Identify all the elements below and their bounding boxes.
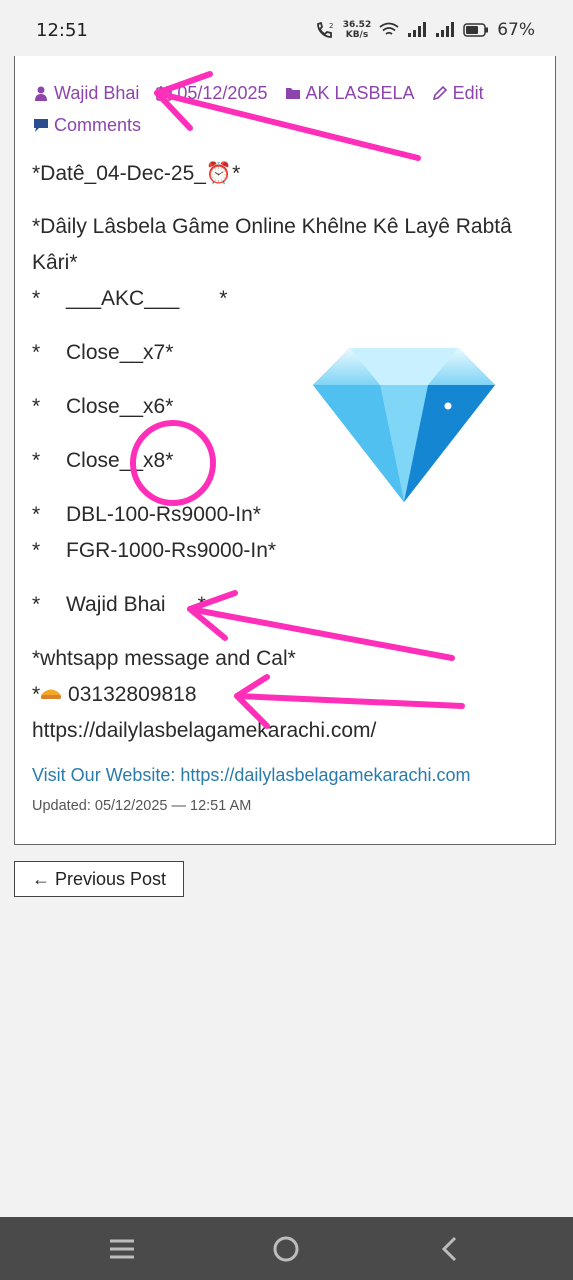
phone-number[interactable]: 03132809818 — [68, 683, 196, 706]
pencil-icon — [432, 85, 447, 101]
signal-icon-2 — [436, 22, 455, 37]
akc-line: * ___AKC___ * — [32, 281, 227, 317]
wajid-line: * Wajid Bhai * — [32, 587, 206, 623]
comments-link[interactable]: Comments — [33, 110, 141, 140]
battery-icon — [463, 23, 489, 37]
folder-icon — [285, 88, 300, 99]
close-line-2: * Close__x6* — [32, 389, 173, 425]
akc-text: ___AKC___ — [66, 287, 180, 310]
svg-text:2: 2 — [329, 22, 333, 30]
close-text-3: Close__x8* — [66, 449, 174, 472]
close-text-1: Close__x7* — [66, 341, 174, 364]
whatsapp-line: *whtsapp message and Cal* — [32, 647, 296, 670]
recent-apps-icon[interactable] — [106, 1233, 138, 1265]
status-icons: 2 36.52 KB/s 67% — [315, 18, 535, 42]
pie-emoji-icon — [41, 689, 62, 699]
wajid-end-star: * — [197, 593, 206, 616]
network-speed: 36.52 KB/s — [343, 20, 371, 40]
dbl-line: * DBL-100-Rs9000-In* — [32, 497, 261, 533]
wifi-call-icon: 2 — [316, 21, 333, 38]
speed-unit: KB/s — [345, 30, 369, 40]
speed-value: 36.52 — [342, 20, 372, 30]
bullet-star: * — [32, 449, 41, 472]
updated-timestamp: Updated: 05/12/2025 — 12:51 AM — [32, 798, 252, 814]
bullet-star: * — [32, 287, 41, 310]
navigation-bar — [0, 1217, 573, 1280]
post-date: 05/12/2025 — [177, 83, 268, 103]
dbl-text: DBL-100-Rs9000-In* — [66, 503, 261, 526]
bullet-star: * — [32, 395, 41, 418]
post-meta: Wajid Bhai 05/12/2025 AK LASBELA Edit Co… — [33, 78, 543, 142]
phone-prefix: * — [32, 683, 41, 706]
calendar-icon — [156, 86, 173, 101]
close-line-3: * Close__x8* — [32, 443, 173, 479]
edit-link[interactable]: Edit — [432, 78, 484, 108]
akc-end-star: * — [219, 287, 228, 310]
fgr-text: FGR-1000-Rs9000-In* — [66, 539, 277, 562]
wifi-icon — [379, 22, 399, 35]
author-link[interactable]: Wajid Bhai — [33, 78, 139, 108]
bullet-star: * — [32, 539, 41, 562]
status-bar: 12:51 2 36.52 KB/s 67% — [0, 0, 573, 56]
bullet-star: * — [32, 503, 41, 526]
edit-label: Edit — [452, 83, 484, 103]
home-icon[interactable] — [270, 1233, 302, 1265]
title-line-1: *Dâily Lâsbela Gâme Online Khêlne Kê Lay… — [32, 215, 512, 238]
title-line-2: Kâri* — [32, 251, 78, 274]
comments-label: Comments — [54, 115, 142, 135]
bullet-star: * — [32, 341, 41, 364]
category-name: AK LASBELA — [305, 83, 415, 103]
bullet-star: * — [32, 593, 41, 616]
previous-post-button[interactable]: ← Previous Post — [14, 861, 184, 897]
close-line-1: * Close__x7* — [32, 335, 173, 371]
status-time: 12:51 — [36, 20, 88, 41]
fgr-line: * FGR-1000-Rs9000-In* — [32, 533, 276, 569]
post-card: Wajid Bhai 05/12/2025 AK LASBELA Edit Co… — [14, 56, 556, 845]
date-line: *Datê_04-Dec-25_⏰* — [32, 162, 241, 185]
category-link[interactable]: AK LASBELA — [285, 78, 415, 108]
comment-icon — [34, 119, 48, 132]
phone-line: * 03132809818 — [32, 677, 197, 713]
url-line[interactable]: https://dailylasbelagamekarachi.com/ — [32, 713, 376, 749]
website-link[interactable]: Visit Our Website: https://dailylasbelag… — [32, 765, 471, 786]
close-text-2: Close__x6* — [66, 395, 174, 418]
user-icon — [35, 86, 47, 101]
back-icon[interactable] — [435, 1233, 467, 1265]
battery-percent: 67% — [497, 20, 535, 40]
date-link[interactable]: 05/12/2025 — [156, 78, 267, 108]
author-name: Wajid Bhai — [54, 83, 140, 103]
wajid-text: Wajid Bhai — [66, 593, 166, 616]
signal-icon — [408, 22, 427, 37]
